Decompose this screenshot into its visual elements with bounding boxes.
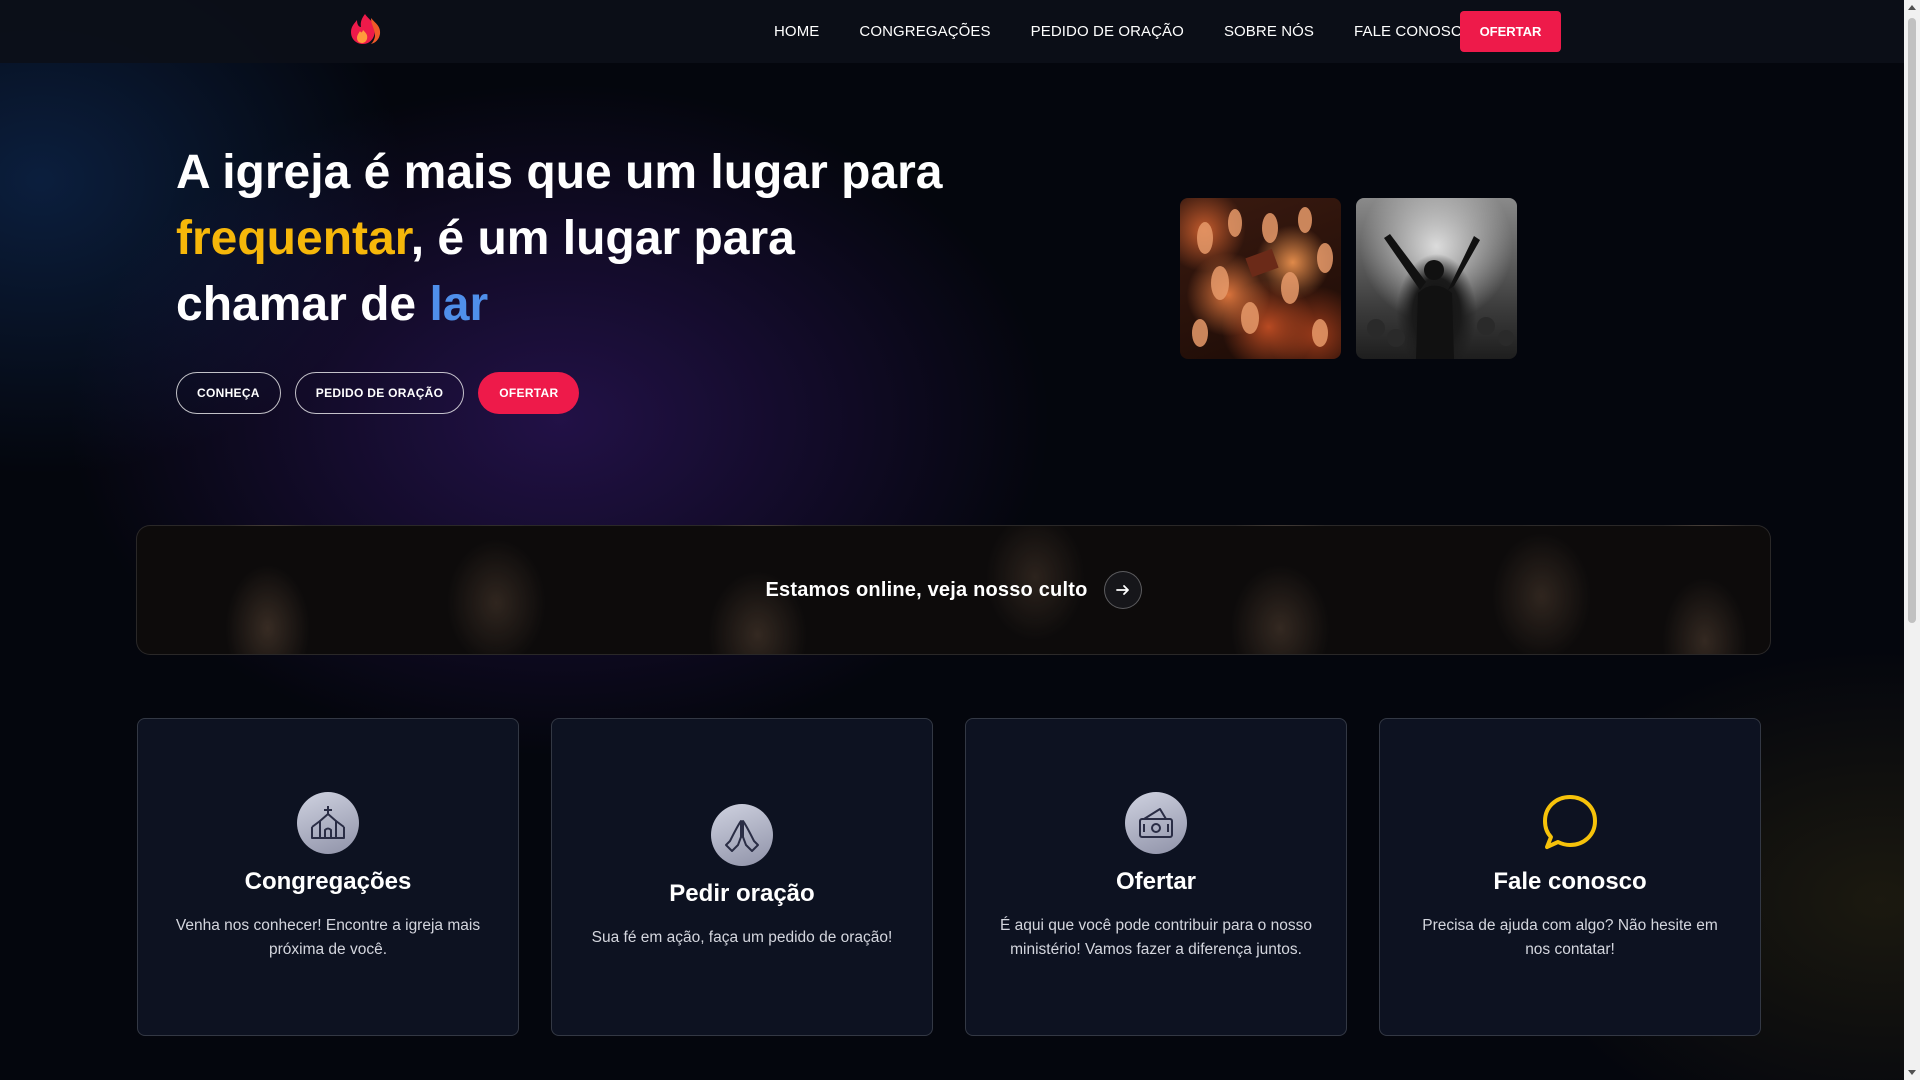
nav-link-congregacoes[interactable]: CONGREGAÇÕES <box>859 23 990 40</box>
hero-title-highlight-frequentar: frequentar <box>176 212 411 265</box>
card-text: Precisa de ajuda com algo? Não hesite em… <box>1422 917 1718 958</box>
praying-hands-icon <box>711 804 773 866</box>
logo-flame-icon[interactable] <box>345 12 385 46</box>
hero-buttons: CONHEÇA PEDIDO DE ORAÇÃO OFERTAR <box>176 372 580 414</box>
nav-link-fale-conosco[interactable]: FALE CONOSCO <box>1354 23 1474 40</box>
church-icon <box>297 792 359 854</box>
card-title: Ofertar <box>1115 868 1197 895</box>
nav-link-sobre-nos[interactable]: SOBRE NÓS <box>1224 23 1314 40</box>
live-stream-banner[interactable]: Estamos online, veja nosso culto <box>136 525 1771 655</box>
card-title: Fale conosco <box>1493 868 1647 895</box>
scrollbar-thumb[interactable] <box>1908 18 1916 623</box>
card-fale-conosco[interactable]: Fale conosco Precisa de ajuda com algo? … <box>1379 718 1761 1036</box>
card-congregacoes[interactable]: Congregações Venha nos conhecer! Encontr… <box>137 718 519 1036</box>
feature-cards: Congregações Venha nos conhecer! Encontr… <box>137 718 1761 1036</box>
nav-link-home[interactable]: HOME <box>774 23 819 40</box>
hero-title-highlight-lar: lar <box>429 278 489 331</box>
nav-links: HOME CONGREGAÇÕES PEDIDO DE ORAÇÃO SOBRE… <box>774 0 1474 63</box>
card-pedir-oracao[interactable]: Pedir oração Sua fé em ação, faça um ped… <box>551 718 933 1036</box>
page-scrollbar[interactable] <box>1904 0 1920 1080</box>
scroll-down-arrow-icon[interactable] <box>1908 1070 1916 1075</box>
card-text: Sua fé em ação, faça um pedido de oração… <box>591 929 893 946</box>
arrow-right-icon[interactable] <box>1103 571 1142 609</box>
live-banner-text: Estamos online, veja nosso culto <box>765 578 1088 601</box>
money-icon <box>1125 792 1187 854</box>
card-title: Pedir oração <box>669 880 815 907</box>
worship-silhouette-photo <box>1356 198 1517 359</box>
hero-title-part1: A igreja é mais que um lugar para <box>176 146 943 199</box>
nav-link-pedido-de-oracao[interactable]: PEDIDO DE ORAÇÃO <box>1031 23 1184 40</box>
card-ofertar[interactable]: Ofertar É aqui que você pode contribuir … <box>965 718 1347 1036</box>
ofertar-button[interactable]: OFERTAR <box>478 372 580 414</box>
nav-ofertar-button[interactable]: OFERTAR <box>1460 11 1561 52</box>
card-title: Congregações <box>244 868 412 895</box>
worship-hands-photo <box>1180 198 1341 359</box>
live-banner-content: Estamos online, veja nosso culto <box>137 526 1770 654</box>
chat-bubble-icon <box>1539 792 1601 854</box>
card-text: Venha nos conhecer! Encontre a igreja ma… <box>175 917 481 958</box>
scroll-up-arrow-icon[interactable] <box>1908 5 1916 10</box>
conheca-button[interactable]: CONHEÇA <box>176 372 281 414</box>
pedido-de-oracao-button[interactable]: PEDIDO DE ORAÇÃO <box>294 372 465 414</box>
navbar: HOME CONGREGAÇÕES PEDIDO DE ORAÇÃO SOBRE… <box>0 0 1904 63</box>
page: HOME CONGREGAÇÕES PEDIDO DE ORAÇÃO SOBRE… <box>0 0 1920 1080</box>
hero-title: A igreja é mais que um lugar para freque… <box>176 140 956 338</box>
card-text: É aqui que você pode contribuir para o n… <box>1000 917 1312 958</box>
